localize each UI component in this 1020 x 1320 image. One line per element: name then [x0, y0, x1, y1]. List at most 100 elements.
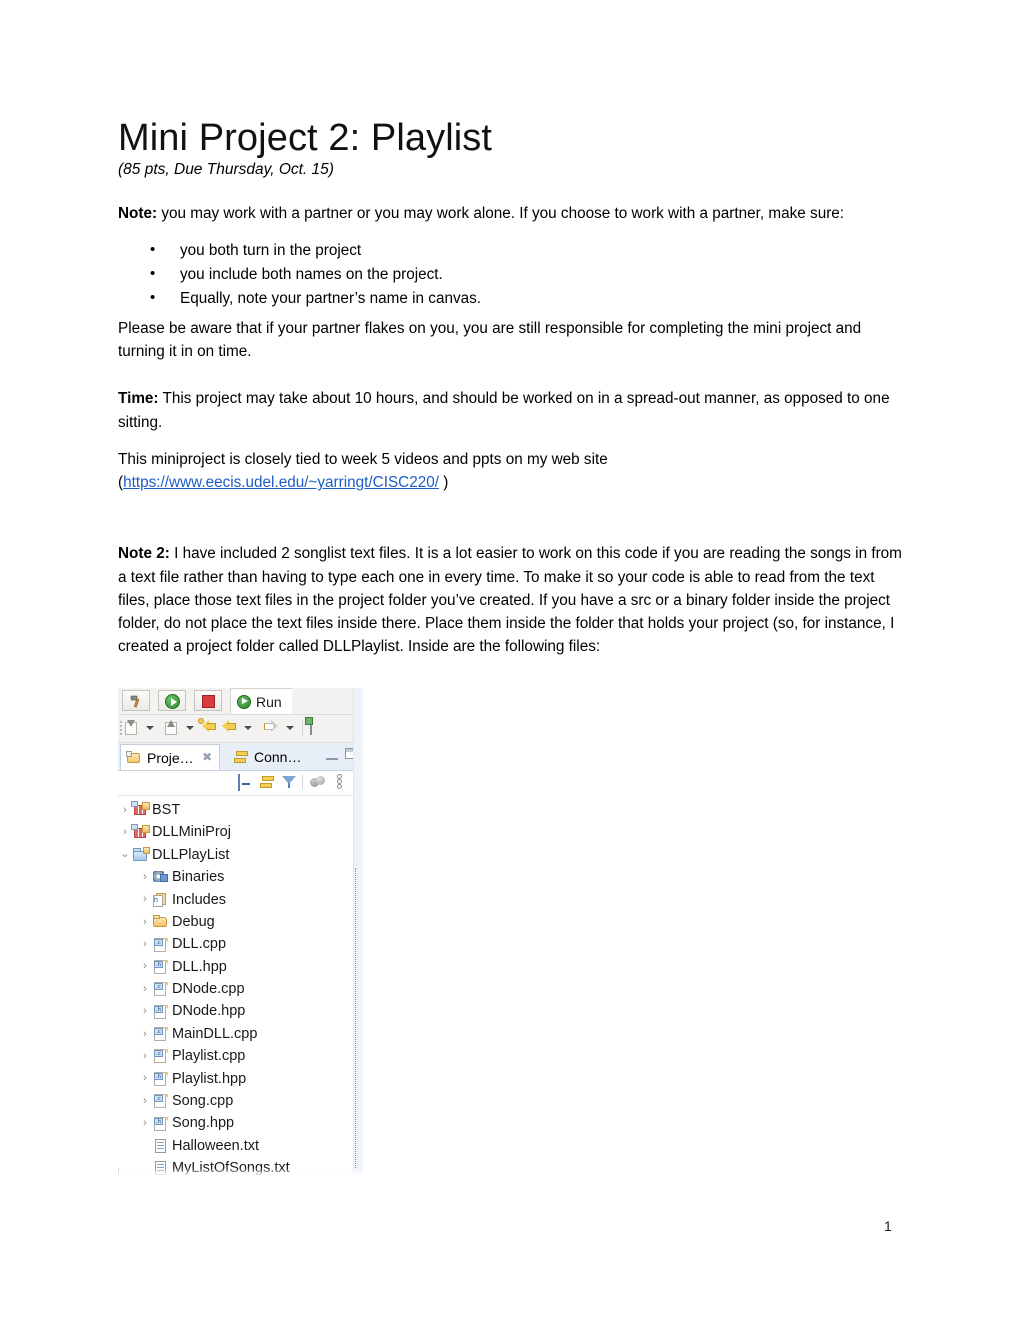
project-explorer-icon — [126, 751, 142, 764]
expand-arrow-icon[interactable]: › — [138, 1028, 152, 1040]
tree-item-playlist-cpp[interactable]: › .c Playlist.cpp — [118, 1045, 363, 1067]
file-ext-badge: .h — [154, 1005, 163, 1013]
project-explorer-toolbar — [118, 771, 363, 796]
tree-item-binaries[interactable]: › Binaries — [118, 866, 363, 888]
stop-button[interactable] — [194, 690, 222, 711]
cpp-file-icon: .c — [152, 981, 169, 997]
file-ext-badge: .h — [154, 1072, 163, 1080]
tree-item-includes[interactable]: › h Includes — [118, 889, 363, 911]
screenshot-bottom-fade — [118, 1168, 363, 1180]
expand-arrow-icon[interactable]: › — [138, 939, 152, 950]
tree-item-label: DLL.cpp — [172, 936, 227, 953]
tree-item-song-hpp[interactable]: › .h Song.hpp — [118, 1112, 363, 1134]
expand-arrow-icon[interactable]: › — [138, 1073, 152, 1084]
tree-item-dll-hpp[interactable]: › .h DLL.hpp — [118, 956, 363, 978]
back-dropdown-icon[interactable] — [244, 726, 252, 730]
website-text: This miniproject is closely tied to week… — [118, 450, 608, 468]
expand-arrow-icon[interactable]: › — [118, 827, 132, 838]
run-tab-label: Run — [256, 693, 282, 710]
tree-item-label: Debug — [172, 913, 215, 930]
list-item: Equally, note your partner’s name in can… — [118, 286, 904, 311]
tree-item-label: Song.cpp — [172, 1093, 234, 1110]
expand-arrow-icon[interactable]: › — [138, 983, 152, 995]
forward-dropdown-icon[interactable] — [286, 726, 294, 730]
expand-arrow-icon[interactable]: › — [138, 894, 152, 905]
tree-item-label: DNode.hpp — [172, 1003, 246, 1020]
tree-item-label: DLL.hpp — [172, 958, 227, 975]
note1-paragraph: Note: you may work with a partner or you… — [118, 202, 904, 225]
tab-connections[interactable]: Conn… — [228, 744, 307, 770]
hpp-file-icon: .h — [152, 1116, 169, 1132]
note2-lead: Note 2: — [118, 545, 170, 563]
eclipse-main-toolbar: Run — [118, 688, 363, 715]
hpp-file-icon: .h — [152, 959, 169, 975]
tree-item-maindll-cpp[interactable]: › .c MainDLL.cpp — [118, 1023, 363, 1045]
file-ext-badge: .h — [154, 1117, 163, 1125]
tree-item-label: DLLPlayList — [152, 846, 230, 863]
new-window-button[interactable] — [310, 718, 312, 735]
run-button[interactable] — [158, 690, 186, 711]
cpp-project-closed-icon — [131, 823, 150, 841]
view-toolbar-separator — [302, 775, 303, 789]
tab-run[interactable]: Run — [230, 688, 292, 714]
time-paragraph: Time: This project may take about 10 hou… — [118, 387, 904, 434]
hpp-file-icon: .h — [152, 1071, 169, 1087]
expand-arrow-icon[interactable]: › — [138, 1050, 152, 1062]
tree-item-label: MainDLL.cpp — [172, 1025, 258, 1042]
collapse-arrow-icon[interactable]: ⌄ — [118, 849, 132, 860]
step-into-dropdown-icon[interactable] — [146, 726, 154, 730]
toolbar-grip[interactable] — [120, 721, 122, 735]
build-button[interactable] — [122, 690, 150, 711]
tab-connections-label: Conn… — [254, 749, 302, 765]
eclipse-debug-toolbar — [118, 715, 363, 743]
tree-item-playlist-hpp[interactable]: › .h Playlist.hpp — [118, 1068, 363, 1090]
project-explorer-tree: › BST › DLLMiniProj ⌄ DLLPlayList › Bina… — [118, 796, 363, 1176]
website-link-line: (https://www.eecis.udel.edu/~yarringt/CI… — [118, 471, 904, 494]
tree-item-label: Playlist.hpp — [172, 1070, 247, 1087]
file-ext-badge: .c — [154, 1095, 163, 1103]
file-ext-badge: .c — [154, 983, 163, 991]
expand-arrow-icon[interactable]: › — [138, 1095, 152, 1107]
document-body: Mini Project 2: Playlist (85 pts, Due Th… — [118, 117, 904, 673]
expand-arrow-icon[interactable]: › — [138, 1118, 152, 1129]
collapse-all-button[interactable] — [238, 774, 240, 791]
close-icon[interactable]: ✖ — [202, 751, 213, 763]
file-ext-badge: .h — [154, 960, 163, 968]
tree-item-dllplaylist[interactable]: ⌄ DLLPlayList — [118, 844, 363, 866]
folder-icon — [152, 914, 169, 930]
minimize-icon[interactable] — [326, 748, 338, 760]
tree-item-dnode-hpp[interactable]: › .h DNode.hpp — [118, 1001, 363, 1023]
expand-arrow-icon[interactable]: › — [138, 961, 152, 972]
expand-arrow-icon[interactable]: › — [138, 1006, 152, 1017]
list-item: you include both names on the project. — [118, 262, 904, 287]
cpp-project-closed-icon — [131, 801, 150, 818]
note1-lead: Note: — [118, 204, 158, 222]
expand-arrow-icon[interactable]: › — [118, 804, 132, 816]
stop-icon — [202, 695, 215, 708]
tree-item-dll-cpp[interactable]: › .c DLL.cpp — [118, 933, 363, 955]
tree-item-debug[interactable]: › Debug — [118, 911, 363, 933]
tree-item-label: Playlist.cpp — [172, 1048, 246, 1065]
screenshot-scrollbar[interactable] — [355, 868, 360, 1168]
tree-item-song-cpp[interactable]: › .c Song.cpp — [118, 1090, 363, 1112]
expand-arrow-icon[interactable]: › — [138, 871, 152, 883]
page-number: 1 — [884, 1218, 892, 1234]
tree-item-bst[interactable]: › BST — [118, 799, 363, 821]
cpp-file-icon: .c — [152, 937, 169, 953]
note2-paragraph: Note 2: I have included 2 songlist text … — [118, 542, 904, 658]
tree-item-label: Binaries — [172, 869, 225, 886]
tree-item-dnode-cpp[interactable]: › .c DNode.cpp — [118, 978, 363, 1000]
tree-item-halloween-txt[interactable]: › Halloween.txt — [118, 1135, 363, 1157]
tree-item-label: Halloween.txt — [172, 1137, 260, 1154]
course-website-link[interactable]: https://www.eecis.udel.edu/~yarringt/CIS… — [123, 474, 439, 491]
tab-project-explorer[interactable]: Proje… ✖ — [120, 744, 220, 770]
note1-text: you may work with a partner or you may w… — [157, 204, 845, 222]
tree-item-dllminiproj[interactable]: › DLLMiniProj — [118, 821, 363, 843]
expand-arrow-icon[interactable]: › — [138, 916, 152, 928]
cpp-file-icon: .c — [152, 1026, 169, 1042]
step-return-dropdown-icon[interactable] — [186, 726, 194, 730]
file-ext-badge: .c — [154, 938, 163, 946]
run-icon — [165, 694, 180, 709]
page-title: Mini Project 2: Playlist — [118, 117, 493, 159]
no-expand-arrow-icon: › — [138, 1141, 152, 1152]
